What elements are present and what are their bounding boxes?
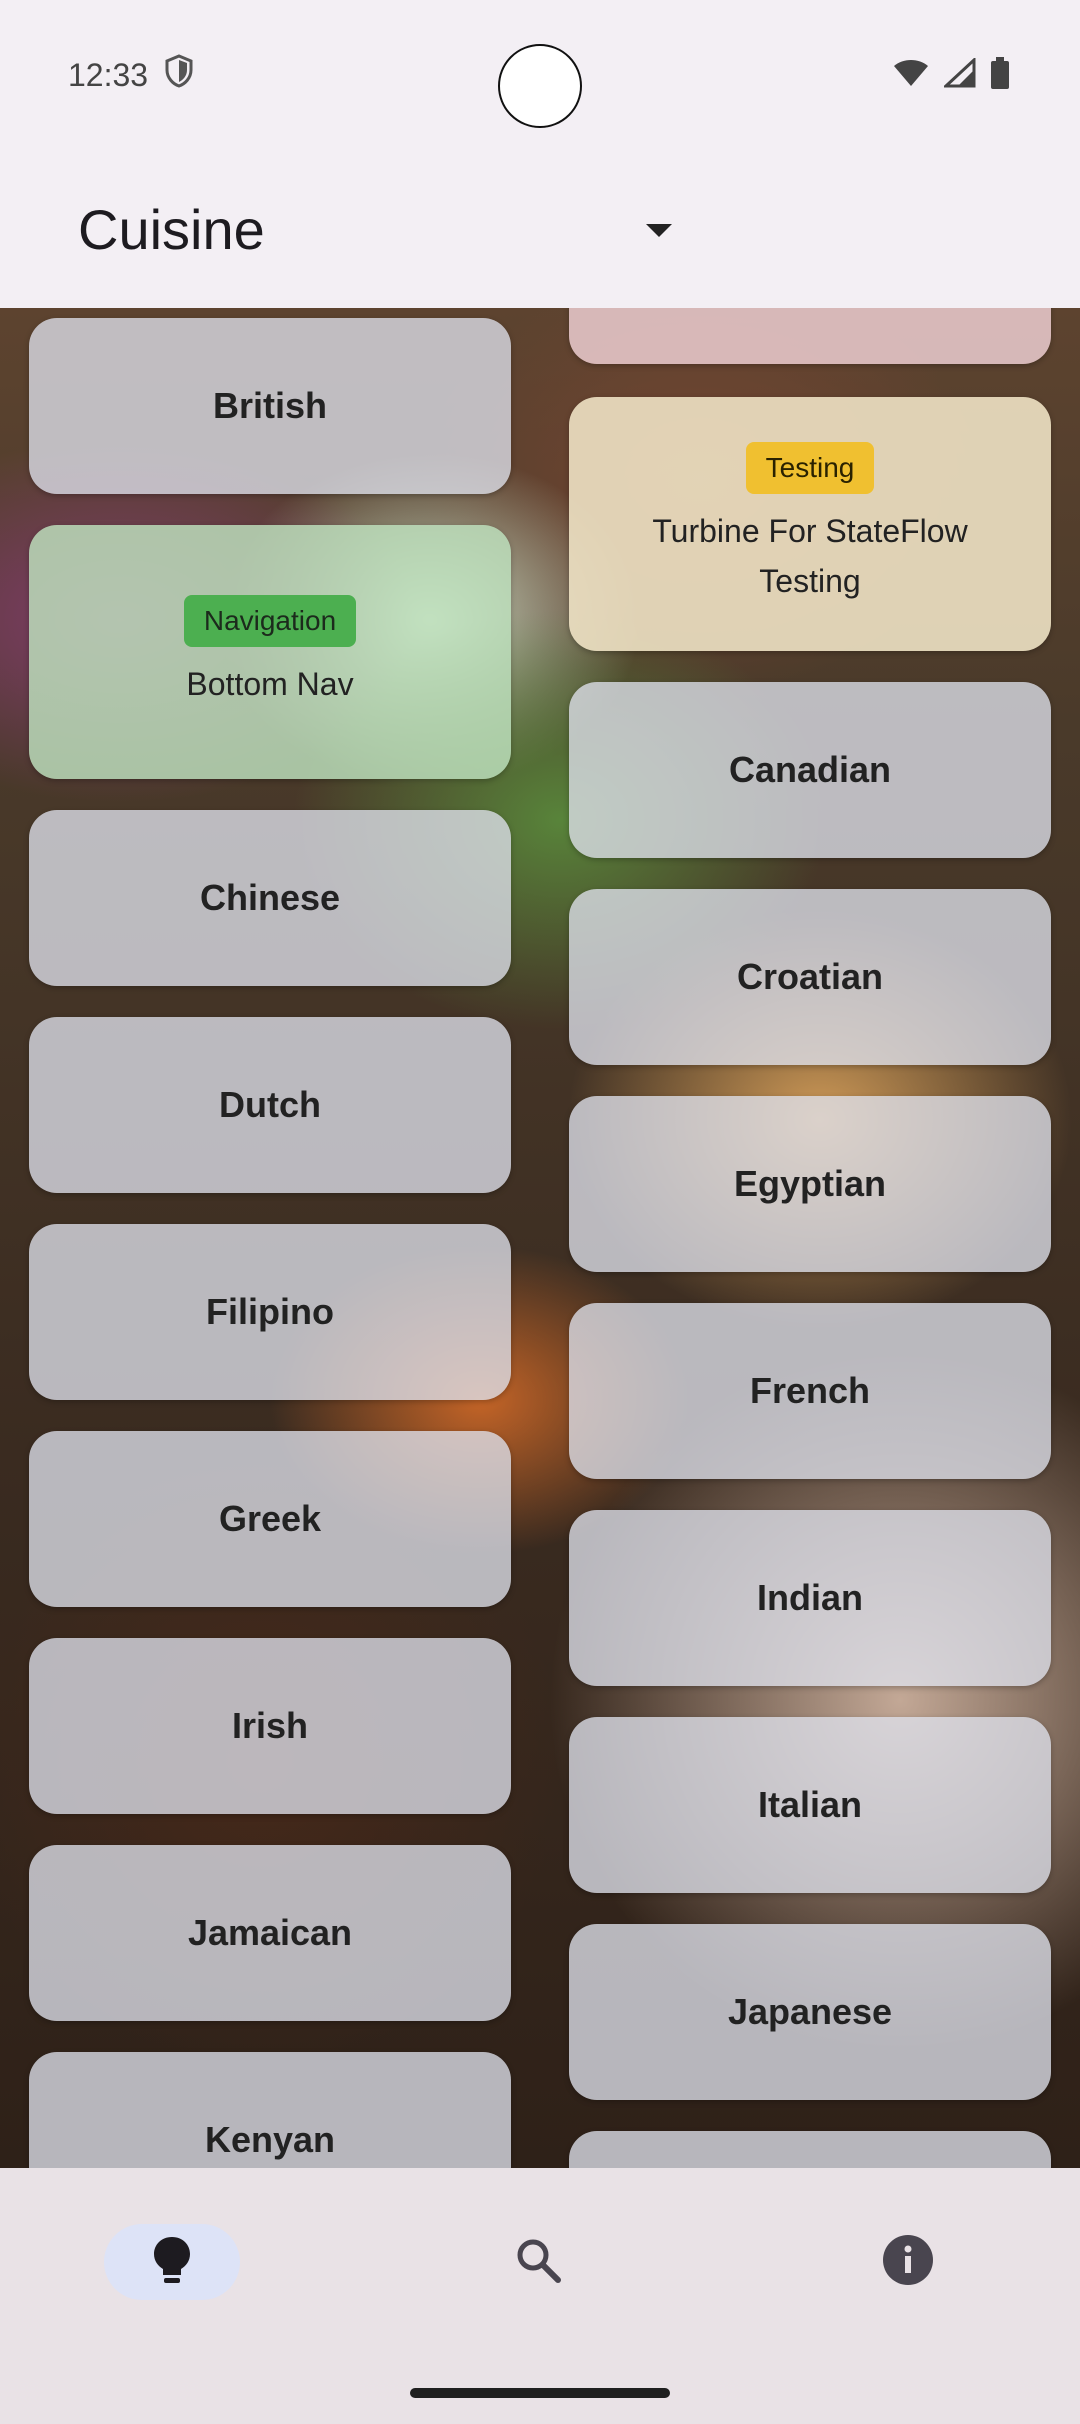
cuisine-card-chinese[interactable]: Chinese — [29, 810, 511, 986]
home-indicator[interactable] — [410, 2388, 670, 2398]
status-left: 12:33 — [68, 54, 194, 96]
card-label: Turbine For StateFlow Testing — [652, 513, 968, 599]
cuisine-grid[interactable]: British Navigation Bottom Nav Chinese Du… — [0, 308, 1080, 2168]
cuisine-card-japanese[interactable]: Japanese — [569, 1924, 1051, 2100]
card-label: Dutch — [219, 1084, 321, 1125]
nav-item-info[interactable] — [870, 2224, 946, 2300]
page-title: Cuisine — [78, 197, 265, 261]
cuisine-dropdown[interactable]: Cuisine — [0, 150, 1080, 308]
partial-card-top[interactable] — [569, 308, 1051, 364]
card-label: Egyptian — [733, 1163, 886, 1204]
cuisine-card-kenyan[interactable]: Kenyan — [29, 2052, 511, 2168]
card-label: Canadian — [728, 749, 892, 790]
battery-icon — [990, 56, 1010, 94]
info-icon — [882, 2234, 934, 2291]
cuisine-card-jamaican[interactable]: Jamaican — [29, 1845, 511, 2021]
cuisine-card-egyptian[interactable]: Egyptian — [569, 1096, 1051, 1272]
camera-cutout — [498, 44, 582, 128]
card-label: Kenyan — [204, 2119, 336, 2160]
card-label: Italian — [757, 1784, 863, 1825]
card-label: French — [749, 1370, 871, 1411]
cuisine-card-british[interactable]: British — [29, 318, 511, 494]
card-label: Japanese — [727, 1991, 893, 2032]
card-label: Filipino — [206, 1291, 334, 1332]
status-time: 12:33 — [68, 56, 149, 93]
card-label: Chinese — [199, 877, 341, 918]
cuisine-card-croatian[interactable]: Croatian — [569, 889, 1051, 1065]
cuisine-card-french[interactable]: French — [569, 1303, 1051, 1479]
cuisine-card-greek[interactable]: Greek — [29, 1431, 511, 1607]
search-icon — [515, 2237, 561, 2288]
signal-icon — [942, 56, 976, 93]
wifi-icon — [892, 58, 930, 93]
article-card-bottom-nav[interactable]: Navigation Bottom Nav — [29, 525, 511, 779]
status-right — [892, 56, 1010, 94]
card-label: Bottom Nav — [186, 666, 354, 702]
card-label: Irish — [231, 1705, 309, 1746]
category-tag: Navigation — [183, 595, 357, 647]
cuisine-card-indian[interactable]: Indian — [569, 1510, 1051, 1686]
cuisine-card-italian[interactable]: Italian — [569, 1717, 1051, 1893]
lightbulb-icon — [152, 2235, 192, 2290]
cuisine-card-irish[interactable]: Irish — [29, 1638, 511, 1814]
nav-item-ideas[interactable] — [104, 2224, 240, 2300]
cuisine-card-dutch[interactable]: Dutch — [29, 1017, 511, 1193]
card-label: Croatian — [736, 956, 884, 997]
cuisine-card-filipino[interactable]: Filipino — [29, 1224, 511, 1400]
shield-icon — [164, 54, 194, 96]
card-label: Greek — [218, 1498, 322, 1539]
nav-item-search[interactable] — [500, 2224, 576, 2300]
dropdown-arrow-icon[interactable] — [646, 224, 672, 237]
card-label: Jamaican — [187, 1912, 353, 1953]
article-card-turbine[interactable]: Testing Turbine For StateFlow Testing — [569, 397, 1051, 651]
card-label: British — [212, 385, 327, 426]
bottom-navigation — [0, 2168, 1080, 2424]
category-tag: Testing — [745, 442, 875, 494]
card-label: Indian — [757, 1577, 863, 1618]
partial-card-bottom[interactable] — [569, 2131, 1051, 2168]
cuisine-card-canadian[interactable]: Canadian — [569, 682, 1051, 858]
